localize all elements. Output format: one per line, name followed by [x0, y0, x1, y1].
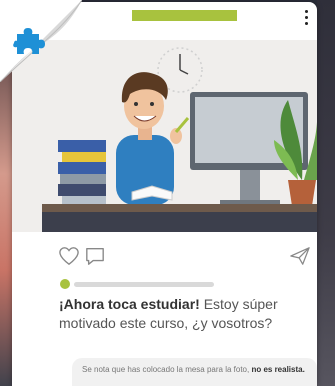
puzzle-icon[interactable]: [13, 26, 47, 56]
comment-icon[interactable]: [84, 246, 106, 266]
desk-illustration: [42, 204, 317, 212]
header-accent-bar: [132, 10, 237, 21]
comment-text: Se nota que has colocado la mesa para la…: [82, 365, 252, 374]
more-vertical-icon[interactable]: [305, 10, 309, 28]
progress-indicator: [60, 279, 260, 289]
progress-dot: [60, 279, 70, 289]
student-illustration: [116, 72, 190, 205]
books-illustration: [58, 140, 106, 206]
comment-bubble[interactable]: Se nota que has colocado la mesa para la…: [72, 358, 317, 386]
comment-bold: no es realista.: [251, 365, 305, 374]
background-right: [317, 0, 335, 386]
progress-track: [74, 282, 214, 287]
heart-icon[interactable]: [58, 246, 80, 266]
caption-bold: ¡Ahora toca estudiar!: [59, 296, 200, 312]
post-caption: ¡Ahora toca estudiar! Estoy súper motiva…: [59, 295, 309, 333]
send-icon[interactable]: [289, 246, 311, 266]
post-actions: [12, 240, 317, 270]
